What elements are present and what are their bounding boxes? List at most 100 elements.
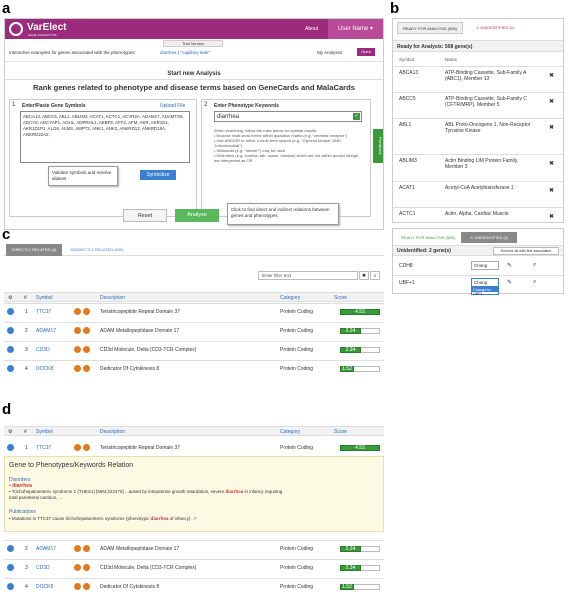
gene-card-icon[interactable] (74, 365, 81, 372)
gene-symbol-link[interactable]: TTC37 (36, 309, 51, 315)
search-icon[interactable]: ⌕ (533, 262, 536, 269)
change-dropdown[interactable]: Change to: UBF1 (471, 287, 499, 296)
expand-icon[interactable] (7, 346, 14, 353)
nav-about[interactable]: About (305, 26, 318, 32)
table-row[interactable]: 3 CD3D CD3d Molecule, Delta (CD3-TCR Compl… (4, 341, 384, 357)
tab-ready-2[interactable]: READY FOR ANALYSIS (508) (397, 232, 459, 243)
open-button[interactable]: Open (357, 48, 375, 56)
header-score[interactable]: Score (334, 429, 347, 435)
tab-indirect[interactable]: INDIRECTLY RELATED (505) (66, 244, 128, 256)
score-bar: 2.34 (340, 565, 361, 571)
user-menu[interactable]: User Name ▾ (328, 19, 383, 39)
expand-icon[interactable] (7, 583, 14, 590)
remove-icon[interactable]: ✖ (549, 72, 554, 79)
score-bar: 1.52 (340, 366, 354, 372)
table-row[interactable]: 2 ADAM17 ADAM Metallopeptidase Domain 17 Pr… (4, 540, 384, 556)
settings-icon[interactable]: ⚙ (8, 295, 12, 301)
header-category[interactable]: Category (280, 429, 300, 435)
table-row[interactable]: 1 TTC37 Tetratricopeptide Repeat Domain 37… (4, 303, 384, 319)
header-num[interactable]: # (24, 295, 27, 301)
gene-card-icon[interactable] (74, 444, 81, 451)
mala-card-icon[interactable] (83, 365, 90, 372)
remove-icon[interactable]: ✖ (549, 213, 554, 220)
example-link[interactable]: diarrhea ( "capillary leak" (160, 50, 210, 55)
undef-header: Unidentified: 2 gene(s) (397, 248, 451, 254)
app-logo[interactable]: VarElect (27, 22, 66, 33)
mala-card-icon[interactable] (83, 346, 90, 353)
expand-icon[interactable] (7, 308, 14, 315)
remove-icon[interactable]: ✖ (549, 124, 554, 131)
table-row[interactable]: 3 CD3D CD3d Molecule, Delta (CD3-TCR Compl… (4, 559, 384, 575)
expand-icon[interactable] (7, 545, 14, 552)
header-symbol[interactable]: Symbol (36, 295, 53, 301)
settings-icon[interactable]: ⚙ (8, 429, 12, 435)
row-number: 1 (25, 445, 28, 451)
upload-file-link[interactable]: Upload File (160, 103, 185, 109)
header-description[interactable]: Description (100, 429, 125, 435)
gene-symbol-link[interactable]: CD3D (36, 347, 50, 353)
analyze-button[interactable]: Analyze (175, 209, 219, 222)
search-icon[interactable]: ⌕ (533, 279, 536, 286)
expand-icon[interactable] (7, 365, 14, 372)
mala-card-icon[interactable] (83, 327, 90, 334)
header-symbol[interactable]: Symbol (36, 429, 53, 435)
reset-button[interactable]: Reset (123, 209, 167, 222)
header-num[interactable]: # (24, 429, 27, 435)
gene-card-icon[interactable] (74, 545, 81, 552)
remove-icon[interactable]: ✖ (549, 187, 554, 194)
table-row[interactable]: 4 DOCK8 Dedicator Of Cytokinesis 8 Protein … (4, 578, 384, 594)
header-description[interactable]: Description (100, 295, 125, 301)
table-header: ⚙ # Symbol Description Category Score (4, 292, 384, 302)
undef-symbol: CDH8 (399, 263, 413, 269)
gene-symbol-link[interactable]: DOCK8 (36, 584, 53, 590)
tab-unidentified[interactable]: ⚠ UNIDENTIFIED (2) (465, 22, 525, 34)
gene-card-icon[interactable] (74, 308, 81, 315)
phenotype-input[interactable]: diarrhea (214, 111, 362, 122)
gene-card-icon[interactable] (74, 583, 81, 590)
gene-symbol-link[interactable]: ADAM17 (36, 546, 56, 552)
collapse-icon[interactable] (7, 444, 14, 451)
header-category[interactable]: Category (280, 295, 300, 301)
remove-icon[interactable]: ✖ (549, 98, 554, 105)
table-row[interactable]: 1 TTC37 Tetratricopeptide Repeat Domain … (4, 442, 384, 454)
row-number: 3 (25, 347, 28, 353)
gene-card-icon[interactable] (74, 564, 81, 571)
mala-card-icon[interactable] (83, 444, 90, 451)
external-link-icon[interactable]: ↗ (193, 516, 197, 521)
table-row[interactable]: 4 DOCK8 Dedicator Of Cytokinesis 8 Protein … (4, 360, 384, 376)
feedback-tab[interactable]: Feedback (373, 129, 383, 163)
change-select[interactable]: Chang (471, 261, 499, 270)
gene-symbol-link[interactable]: TTC37 (36, 445, 51, 451)
mala-card-icon[interactable] (83, 308, 90, 315)
table-row[interactable]: 2 ADAM17 ADAM Metallopeptidase Domain 17 Pr… (4, 322, 384, 338)
gene-symbol-link[interactable]: ADAM17 (36, 328, 56, 334)
checkbox-icon[interactable]: ✓ (353, 113, 360, 120)
tab-unidentified-2[interactable]: ⚠ UNIDENTIFIED (2) (461, 232, 517, 243)
gene-symbol-link[interactable]: DOCK8 (36, 366, 53, 372)
score-bar: 4.53 (340, 309, 380, 315)
mala-card-icon[interactable] (83, 545, 90, 552)
gene-name: ATP-Binding Cassette, Sub-Family C (CFTR… (445, 96, 527, 108)
dropdown-option[interactable]: UBF1 (472, 292, 498, 296)
tab-ready[interactable]: READY FOR ANALYSIS (508) (397, 22, 463, 34)
filter-input[interactable]: Enter filter text (258, 271, 358, 280)
gene-symbol: ACTC1 (399, 211, 416, 217)
symbolize-button[interactable]: Symbolize (140, 170, 176, 180)
gene-card-icon[interactable] (74, 346, 81, 353)
expand-icon[interactable] (7, 327, 14, 334)
mala-card-icon[interactable] (83, 583, 90, 590)
gene-symbols-textarea[interactable]: ABCA13, ABCC5, ABL1, ABLIM3, ACAT1, ACTC… (20, 111, 190, 163)
gene-symbol-link[interactable]: CD3D (36, 565, 50, 571)
mala-card-icon[interactable] (83, 564, 90, 571)
remove-icon[interactable]: ✖ (549, 160, 554, 167)
edit-icon[interactable]: ✎ (507, 262, 512, 269)
edit-icon[interactable]: ✎ (507, 279, 512, 286)
change-select[interactable]: Chang (471, 278, 499, 287)
search-icon[interactable]: ⌕ (370, 271, 380, 280)
expand-icon[interactable] (7, 564, 14, 571)
clear-icon[interactable]: ✖ (359, 271, 369, 280)
header-score[interactable]: Score (334, 295, 347, 301)
resolve-all-button[interactable]: Resolve all with first association (493, 247, 559, 255)
tab-direct[interactable]: DIRECTLY RELATED (4) (6, 244, 62, 256)
gene-card-icon[interactable] (74, 327, 81, 334)
